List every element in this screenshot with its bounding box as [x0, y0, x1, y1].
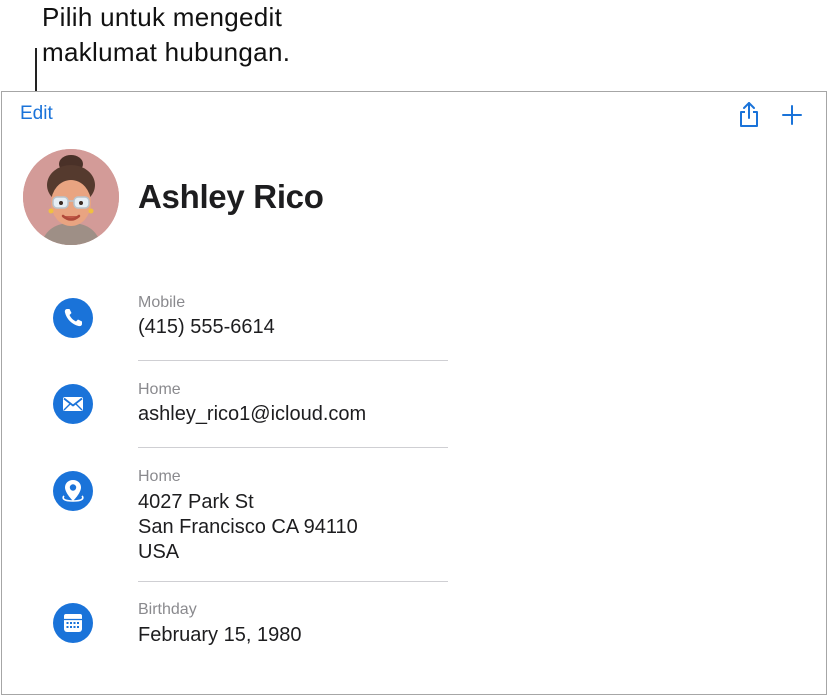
divider	[138, 447, 448, 448]
field-value-phone[interactable]: (415) 555-6614	[138, 315, 275, 340]
field-value-birthday[interactable]: February 15, 1980	[138, 623, 301, 648]
field-label-mobile: Mobile	[138, 294, 186, 311]
field-label-address: Home	[138, 468, 181, 485]
callout-line-2: maklumat hubungan.	[42, 37, 291, 67]
field-value-address-line-2[interactable]: San Francisco CA 94110	[138, 515, 358, 540]
avatar	[23, 149, 119, 245]
contact-name: Ashley Rico	[138, 178, 324, 215]
callout-annotation: Pilih untuk mengedit maklumat hubungan.	[42, 0, 290, 70]
field-value-address-line-3[interactable]: USA	[138, 540, 179, 565]
map-pin-icon[interactable]	[53, 471, 93, 511]
memoji-avatar-icon	[23, 149, 119, 245]
share-icon[interactable]	[736, 101, 762, 129]
envelope-icon[interactable]	[53, 384, 93, 424]
divider	[138, 360, 448, 361]
field-label-email: Home	[138, 381, 181, 398]
contact-card	[1, 91, 827, 695]
calendar-icon[interactable]	[53, 603, 93, 643]
callout-line-1: Pilih untuk mengedit	[42, 2, 283, 32]
edit-button[interactable]: Edit	[20, 103, 53, 125]
field-value-email[interactable]: ashley_rico1@icloud.com	[138, 402, 366, 427]
phone-icon[interactable]	[53, 298, 93, 338]
field-label-birthday: Birthday	[138, 601, 197, 618]
field-value-address-line-1[interactable]: 4027 Park St	[138, 490, 254, 515]
plus-icon[interactable]	[779, 101, 805, 129]
divider	[138, 581, 448, 582]
